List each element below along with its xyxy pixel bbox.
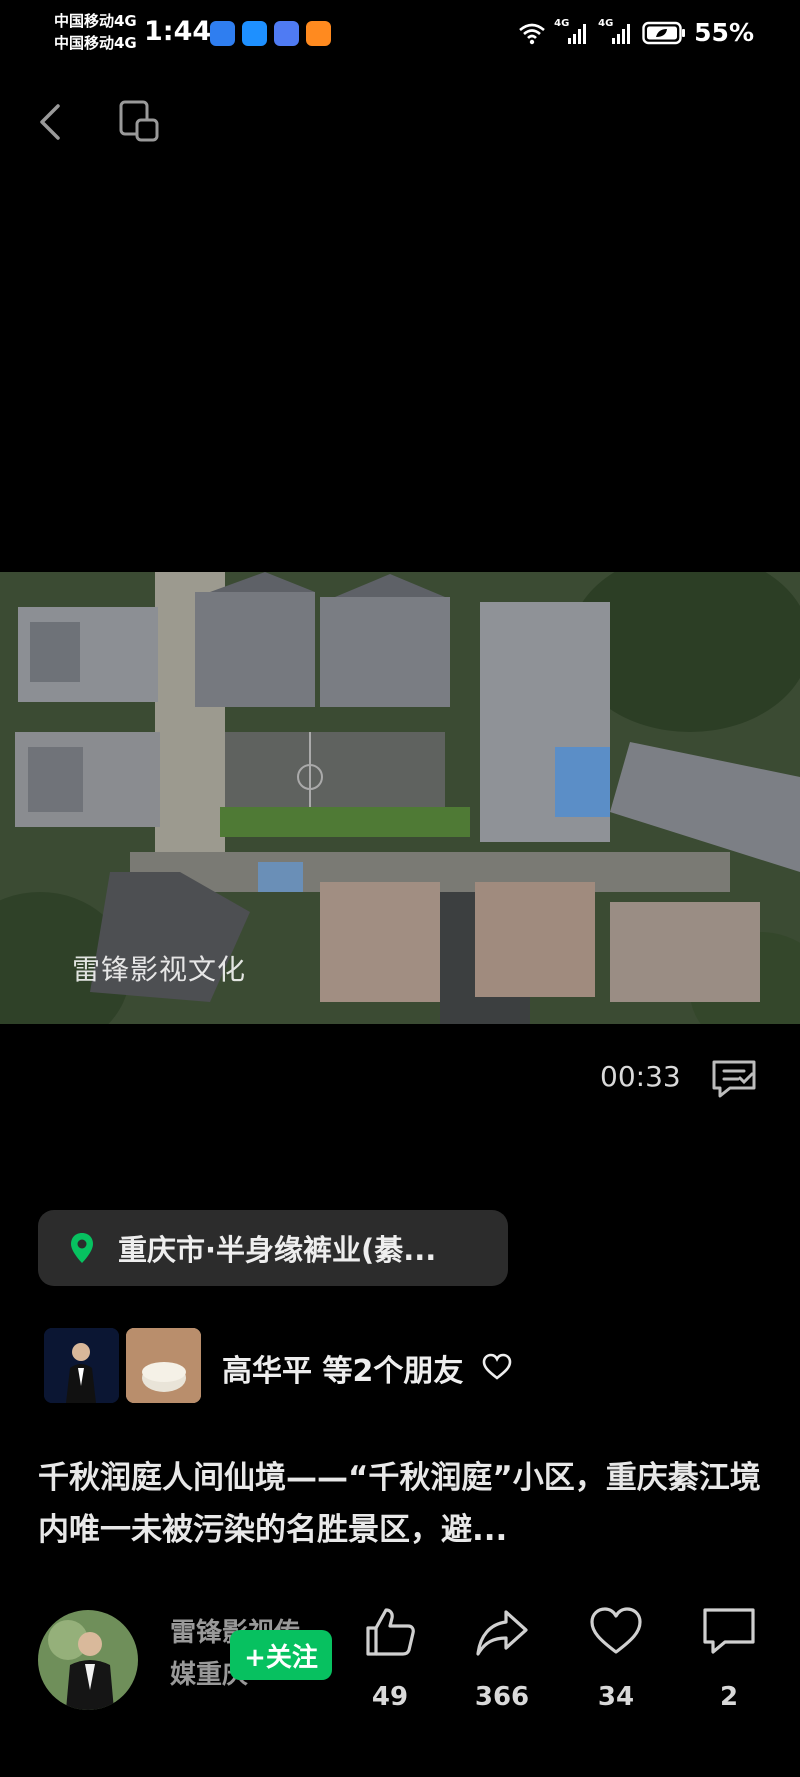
heart-icon <box>590 1607 642 1654</box>
back-icon[interactable] <box>32 98 72 146</box>
music-app-icon <box>274 21 299 46</box>
share-count: 366 <box>474 1682 530 1712</box>
signal-2-icon: 4G <box>598 18 634 46</box>
location-label: 重庆市·半身缘裤业(綦... <box>118 1233 437 1267</box>
author-avatar[interactable] <box>38 1610 138 1710</box>
video-watermark: 雷锋影视文化 <box>72 953 247 986</box>
video-duration: 00:33 <box>600 1060 681 1093</box>
like-count: 49 <box>371 1682 409 1712</box>
heart-outline-icon <box>482 1353 512 1380</box>
status-time: 1:44 <box>144 16 212 47</box>
comment-icon <box>703 1608 755 1654</box>
wifi-icon <box>519 23 545 44</box>
battery-icon <box>642 21 686 44</box>
weather-app-icon <box>242 21 267 46</box>
video-app-icon <box>306 21 331 46</box>
signal-1-icon: 4G <box>554 18 590 46</box>
friend-avatar-2[interactable] <box>126 1328 201 1403</box>
favorite-action[interactable]: 34 <box>576 1604 656 1712</box>
video-description[interactable]: 千秋润庭人间仙境——“千秋润庭”小区，重庆綦江境内唯一未被污染的名胜景区，避..… <box>38 1452 768 1556</box>
battery-percentage: 55% <box>694 18 754 47</box>
comment-count: 2 <box>719 1682 739 1712</box>
favorite-count: 34 <box>597 1682 635 1712</box>
thumbs-up-icon <box>366 1608 415 1656</box>
share-action[interactable]: 366 <box>462 1604 542 1712</box>
location-pin-icon <box>71 1233 93 1263</box>
like-action[interactable]: 49 <box>350 1604 430 1712</box>
follow-button[interactable]: +关注 <box>230 1630 332 1680</box>
friend-avatar-1[interactable] <box>44 1328 119 1403</box>
notification-icons <box>210 21 331 46</box>
friends-liked-text[interactable]: 高华平 等2个朋友 <box>222 1346 463 1390</box>
carrier-line-2: 中国移动4G <box>54 34 137 52</box>
carrier-line-1: 中国移动4G <box>54 12 137 30</box>
status-indicators: 4G 4G 55% <box>518 18 754 47</box>
comment-action[interactable]: 2 <box>689 1604 769 1712</box>
location-chip[interactable]: 重庆市·半身缘裤业(綦... <box>38 1210 508 1286</box>
float-window-icon[interactable] <box>118 99 162 143</box>
share-icon <box>476 1610 528 1656</box>
danmaku-icon[interactable] <box>710 1058 758 1100</box>
carrier-info: 中国移动4G 中国移动4G <box>54 10 137 54</box>
browser-app-icon <box>210 21 235 46</box>
